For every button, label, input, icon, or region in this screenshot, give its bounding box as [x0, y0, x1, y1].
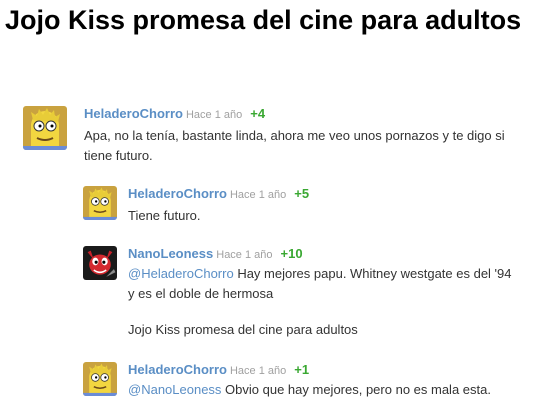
- comment-author[interactable]: NanoLeoness: [128, 246, 213, 261]
- comment-time[interactable]: Hace 1 año: [186, 109, 242, 121]
- comment-meta: HeladeroChorro Hace 1 año +4: [84, 106, 265, 123]
- simpsons-character-avatar-icon: [83, 362, 117, 396]
- comment-meta: HeladeroChorro Hace 1 año +1: [128, 362, 309, 379]
- comment-text-body: Obvio que hay mejores, pero no es mala e…: [221, 382, 491, 397]
- simpsons-character-avatar-icon: [23, 106, 67, 150]
- comment-score: +5: [294, 186, 310, 201]
- user-mention-link[interactable]: @HeladeroChorro: [128, 266, 234, 281]
- comment: HeladeroChorro Hace 1 año +4 Apa, no la te…: [23, 106, 523, 166]
- user-avatar[interactable]: [83, 362, 117, 396]
- comment-score: +4: [250, 106, 266, 121]
- comment-text: @NanoLeoness Obvio que hay mejores, pero…: [128, 380, 518, 400]
- comment-time[interactable]: Hace 1 año: [230, 365, 286, 377]
- user-avatar[interactable]: [83, 186, 117, 220]
- comment-time[interactable]: Hace 1 año: [216, 249, 272, 261]
- user-avatar[interactable]: [83, 246, 117, 280]
- comment-score: +1: [294, 362, 310, 377]
- comment-text-line: Jojo Kiss promesa del cine para adultos: [128, 322, 358, 337]
- comment-score: +10: [280, 246, 303, 261]
- page-title: Jojo Kiss promesa del cine para adultos: [5, 5, 522, 35]
- comment-author[interactable]: HeladeroChorro: [128, 186, 227, 201]
- comment-reply: HeladeroChorro Hace 1 año +5 Tiene futuro.: [83, 186, 523, 226]
- comment-reply: NanoLeoness Hace 1 año +10 @HeladeroChorro…: [83, 246, 523, 346]
- simpsons-character-avatar-icon: [83, 186, 117, 220]
- comment-meta: NanoLeoness Hace 1 año +10: [128, 246, 303, 263]
- comment-text: @HeladeroChorro Hay mejores papu. Whitne…: [128, 264, 518, 340]
- user-mention-link[interactable]: @NanoLeoness: [128, 382, 221, 397]
- comment-time[interactable]: Hace 1 año: [230, 189, 286, 201]
- comment-text: Tiene futuro.: [128, 208, 201, 223]
- comment-text: Apa, no la tenía, bastante linda, ahora …: [84, 128, 505, 163]
- user-avatar[interactable]: [23, 106, 67, 150]
- comment-author[interactable]: HeladeroChorro: [128, 362, 227, 377]
- comment-author[interactable]: HeladeroChorro: [84, 106, 183, 121]
- comment-reply: HeladeroChorro Hace 1 año +1 @NanoLeoness …: [83, 362, 523, 407]
- red-cartoon-character-avatar-icon: [83, 246, 117, 280]
- comment-meta: HeladeroChorro Hace 1 año +5: [128, 186, 309, 203]
